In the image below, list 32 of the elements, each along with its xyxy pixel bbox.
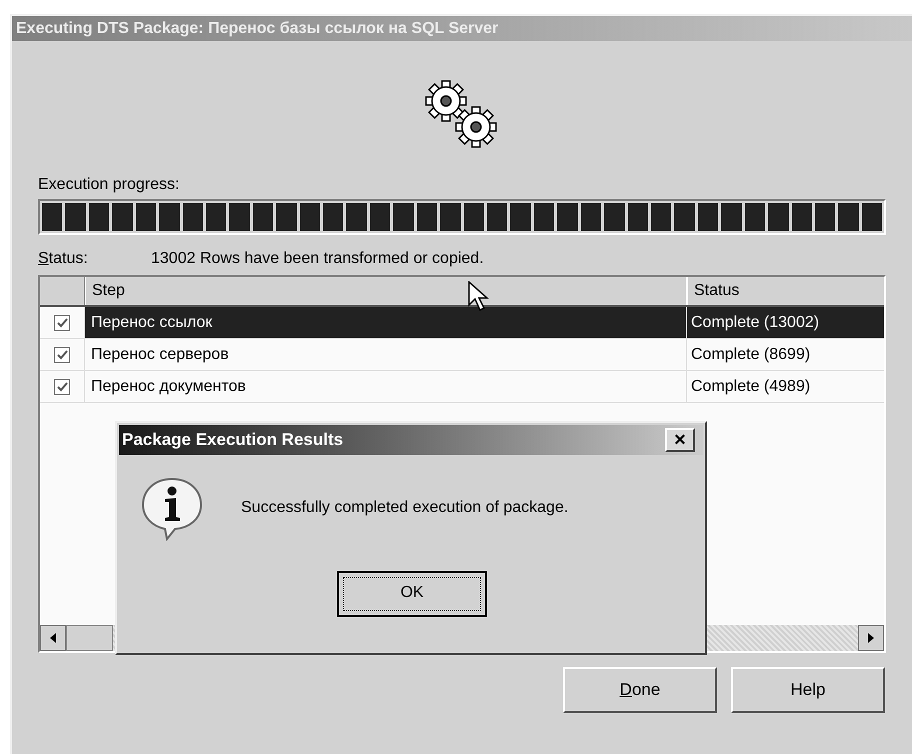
check-icon — [56, 350, 68, 360]
step-row[interactable]: Перенос серверов Complete (8699) — [40, 339, 884, 371]
checkbox[interactable] — [54, 314, 70, 330]
step-row[interactable]: Перенос документов Complete (4989) — [40, 371, 884, 403]
check-icon — [56, 382, 68, 392]
step-cell: Перенос документов — [85, 371, 687, 402]
scroll-left-button[interactable] — [40, 625, 66, 651]
status-cell-text: Complete (8699) — [690, 345, 812, 365]
checkbox[interactable] — [54, 378, 70, 394]
status-cell-text: Complete (13002) — [690, 313, 820, 333]
step-row[interactable]: Перенос ссылок Complete (13002) — [40, 307, 884, 339]
checkbox[interactable] — [54, 346, 70, 362]
dialog-button[interactable]: Done — [563, 667, 717, 713]
right-arrow-icon — [868, 633, 874, 643]
dialog-message: Successfully completed execution of package. — [241, 498, 568, 518]
dialog-button[interactable]: Help — [731, 667, 885, 713]
status-text: 13002 Rows have been transformed or copied. — [151, 249, 484, 269]
dialog-title: Package Execution Results — [122, 429, 344, 452]
info-icon — [139, 475, 205, 541]
status-label: Status: — [38, 249, 89, 269]
column-header[interactable]: Status — [687, 277, 884, 305]
scroll-right-button[interactable] — [858, 625, 884, 651]
close-button[interactable]: × — [665, 428, 695, 452]
window-title: Executing DTS Package: Перенос базы ссылок на SQL Server — [12, 16, 912, 41]
status-cell-text: Complete (4989) — [690, 377, 812, 397]
mouse-pointer-icon — [468, 281, 490, 313]
step-cell: Перенос серверов — [85, 339, 687, 370]
check-icon — [56, 318, 68, 328]
ok-button[interactable]: OK — [337, 571, 487, 617]
progress-label: Execution progress: — [38, 175, 180, 195]
left-arrow-icon — [50, 633, 56, 643]
scroll-thumb[interactable] — [66, 625, 113, 651]
